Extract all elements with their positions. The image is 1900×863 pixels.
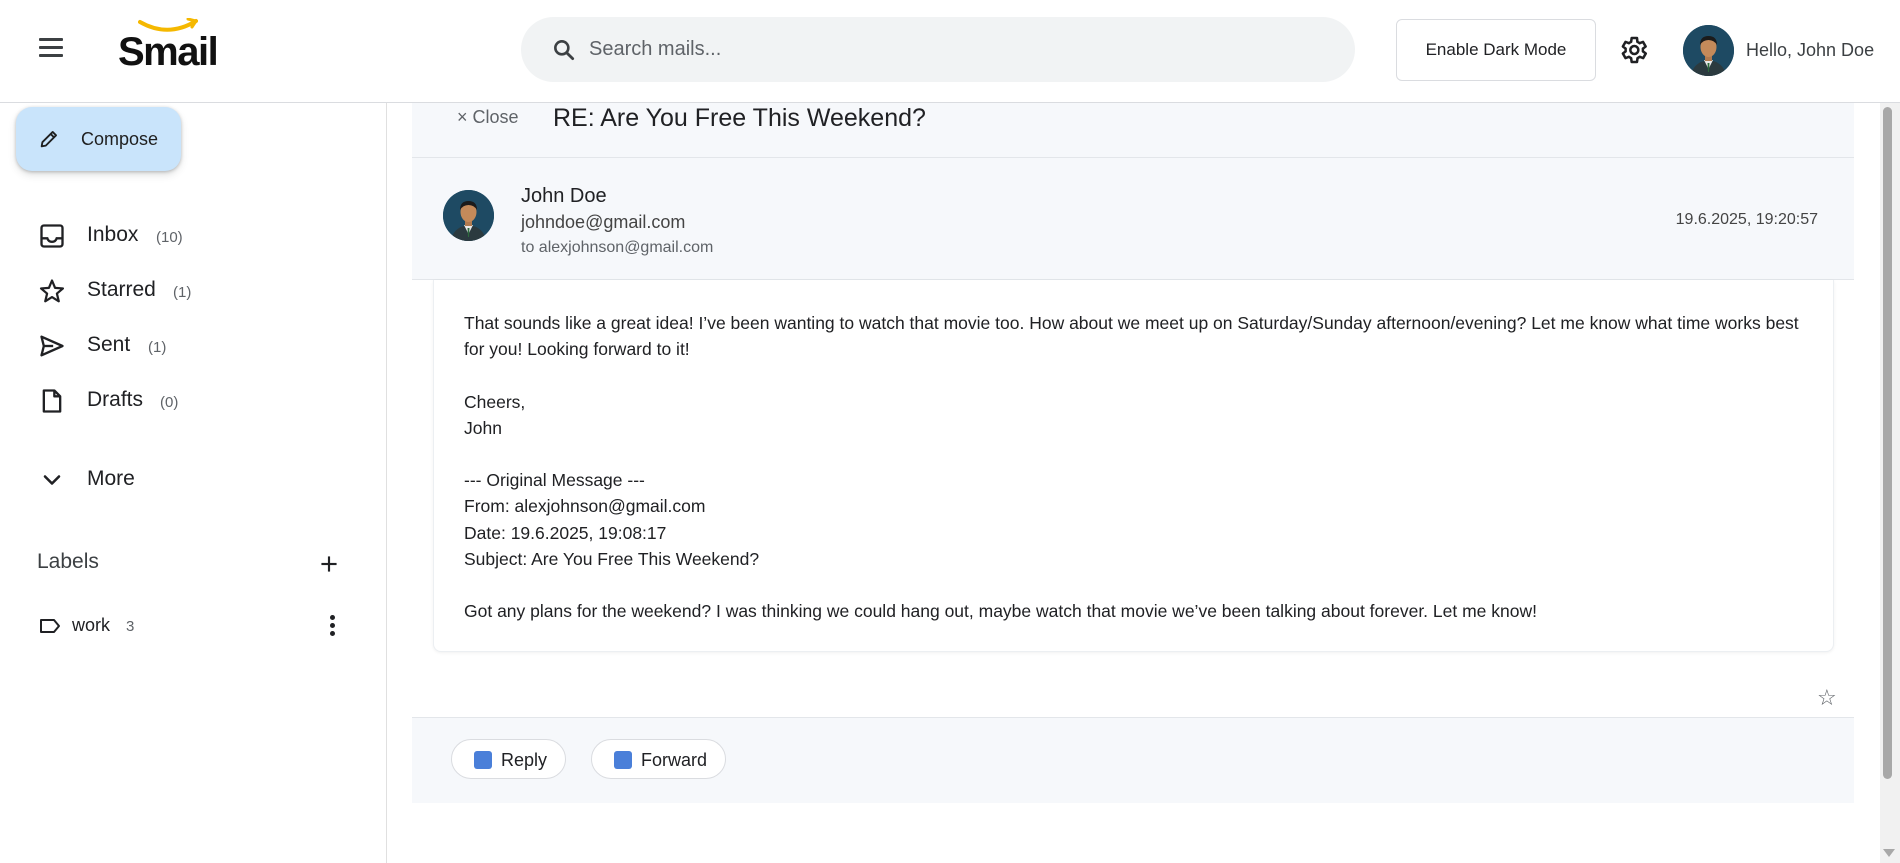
forward-button[interactable]: Forward bbox=[591, 739, 726, 779]
sidebar-item-label: Inbox bbox=[87, 223, 139, 246]
search-input[interactable] bbox=[589, 17, 1329, 82]
forward-icon bbox=[614, 751, 632, 769]
body-line: Subject: Are You Free This Weekend? bbox=[464, 549, 760, 570]
enable-dark-mode-button[interactable]: Enable Dark Mode bbox=[1396, 19, 1596, 81]
app-logo[interactable]: Smail bbox=[118, 18, 233, 74]
sender-name: John Doe bbox=[521, 185, 607, 207]
logo-text: Smail bbox=[118, 30, 219, 74]
inbox-icon bbox=[40, 224, 64, 248]
gear-icon[interactable] bbox=[1617, 34, 1649, 66]
search-bar bbox=[521, 17, 1355, 82]
body-line: Date: 19.6.2025, 19:08:17 bbox=[464, 522, 667, 543]
email-subject-bar: × Close RE: Are You Free This Weekend? bbox=[412, 103, 1854, 158]
label-count: 3 bbox=[126, 618, 135, 635]
star-email-icon[interactable]: ☆ bbox=[1817, 685, 1837, 711]
reply-icon bbox=[474, 751, 492, 769]
recipient-line: to alexjohnson@gmail.com bbox=[521, 239, 714, 256]
sidebar: Compose Inbox (10) Starred (1) Sent (1) … bbox=[0, 103, 387, 863]
body-line: Cheers, bbox=[464, 391, 526, 412]
sidebar-item-count: (10) bbox=[156, 229, 183, 246]
email-body-text: That sounds like a great idea! I’ve been… bbox=[464, 310, 1804, 625]
search-icon[interactable] bbox=[551, 37, 577, 63]
more-vert-icon[interactable] bbox=[322, 612, 342, 640]
reply-label: Reply bbox=[501, 750, 548, 770]
body-line bbox=[464, 441, 1804, 467]
scrollbar-thumb[interactable] bbox=[1883, 107, 1892, 779]
labels-heading: Labels bbox=[37, 550, 99, 573]
body-line: From: alexjohnson@gmail.com bbox=[464, 496, 706, 517]
body-line bbox=[464, 363, 1804, 389]
user-avatar[interactable] bbox=[1683, 25, 1734, 76]
body-line: --- Original Message --- bbox=[464, 470, 645, 491]
email-view: × Close RE: Are You Free This Weekend? J… bbox=[412, 103, 1854, 863]
body-line: That sounds like a great idea! I’ve been… bbox=[464, 313, 1804, 360]
email-date: 19.6.2025, 19:20:57 bbox=[1675, 211, 1818, 228]
sidebar-item-count: (1) bbox=[148, 339, 167, 356]
pencil-icon bbox=[40, 131, 57, 148]
body-line bbox=[464, 572, 1804, 598]
add-label-icon[interactable] bbox=[316, 551, 342, 577]
label-name: work bbox=[72, 615, 111, 635]
send-icon bbox=[40, 335, 64, 357]
chevron-down-icon bbox=[43, 475, 61, 485]
email-body: That sounds like a great idea! I’ve been… bbox=[433, 280, 1834, 652]
sender-email: johndoe@gmail.com bbox=[521, 212, 686, 232]
hamburger-menu-icon[interactable] bbox=[36, 33, 66, 67]
sidebar-item-count: (1) bbox=[173, 284, 192, 301]
sidebar-item-label: Starred bbox=[87, 278, 156, 301]
email-actions: Reply Forward bbox=[412, 717, 1854, 803]
sidebar-item-drafts[interactable]: Drafts (0) bbox=[0, 375, 387, 425]
sidebar-more-toggle[interactable]: More bbox=[0, 454, 387, 504]
sidebar-item-label: Drafts bbox=[87, 388, 144, 411]
scroll-down-arrow-icon[interactable] bbox=[1883, 849, 1895, 857]
reply-button[interactable]: Reply bbox=[451, 739, 566, 779]
star-icon bbox=[39, 279, 65, 303]
label-item-work[interactable]: work 3 bbox=[0, 606, 387, 646]
sidebar-item-starred[interactable]: Starred (1) bbox=[0, 265, 387, 315]
user-greeting: Hello, John Doe bbox=[1746, 40, 1875, 60]
body-line: Got any plans for the weekend? I was thi… bbox=[464, 601, 1537, 622]
sidebar-item-label: Sent bbox=[87, 333, 131, 356]
top-header: Smail Enable Dark Mode Hello, John Doe bbox=[0, 0, 1900, 103]
page-scrollbar[interactable] bbox=[1880, 103, 1900, 863]
compose-button[interactable]: Compose bbox=[16, 107, 181, 171]
forward-label: Forward bbox=[641, 750, 708, 770]
sender-avatar bbox=[443, 190, 494, 241]
email-sender-header: John Doe johndoe@gmail.com to alexjohnso… bbox=[412, 158, 1854, 280]
sidebar-more-label: More bbox=[87, 467, 135, 490]
label-tag-icon bbox=[40, 619, 60, 633]
draft-icon bbox=[42, 389, 62, 413]
compose-label: Compose bbox=[81, 129, 159, 149]
sidebar-item-sent[interactable]: Sent (1) bbox=[0, 320, 387, 370]
body-line: John bbox=[464, 417, 502, 438]
close-email-button[interactable]: × Close bbox=[457, 107, 519, 128]
sidebar-item-inbox[interactable]: Inbox (10) bbox=[0, 210, 387, 260]
sidebar-item-count: (0) bbox=[160, 394, 179, 411]
email-subject: RE: Are You Free This Weekend? bbox=[553, 104, 926, 132]
